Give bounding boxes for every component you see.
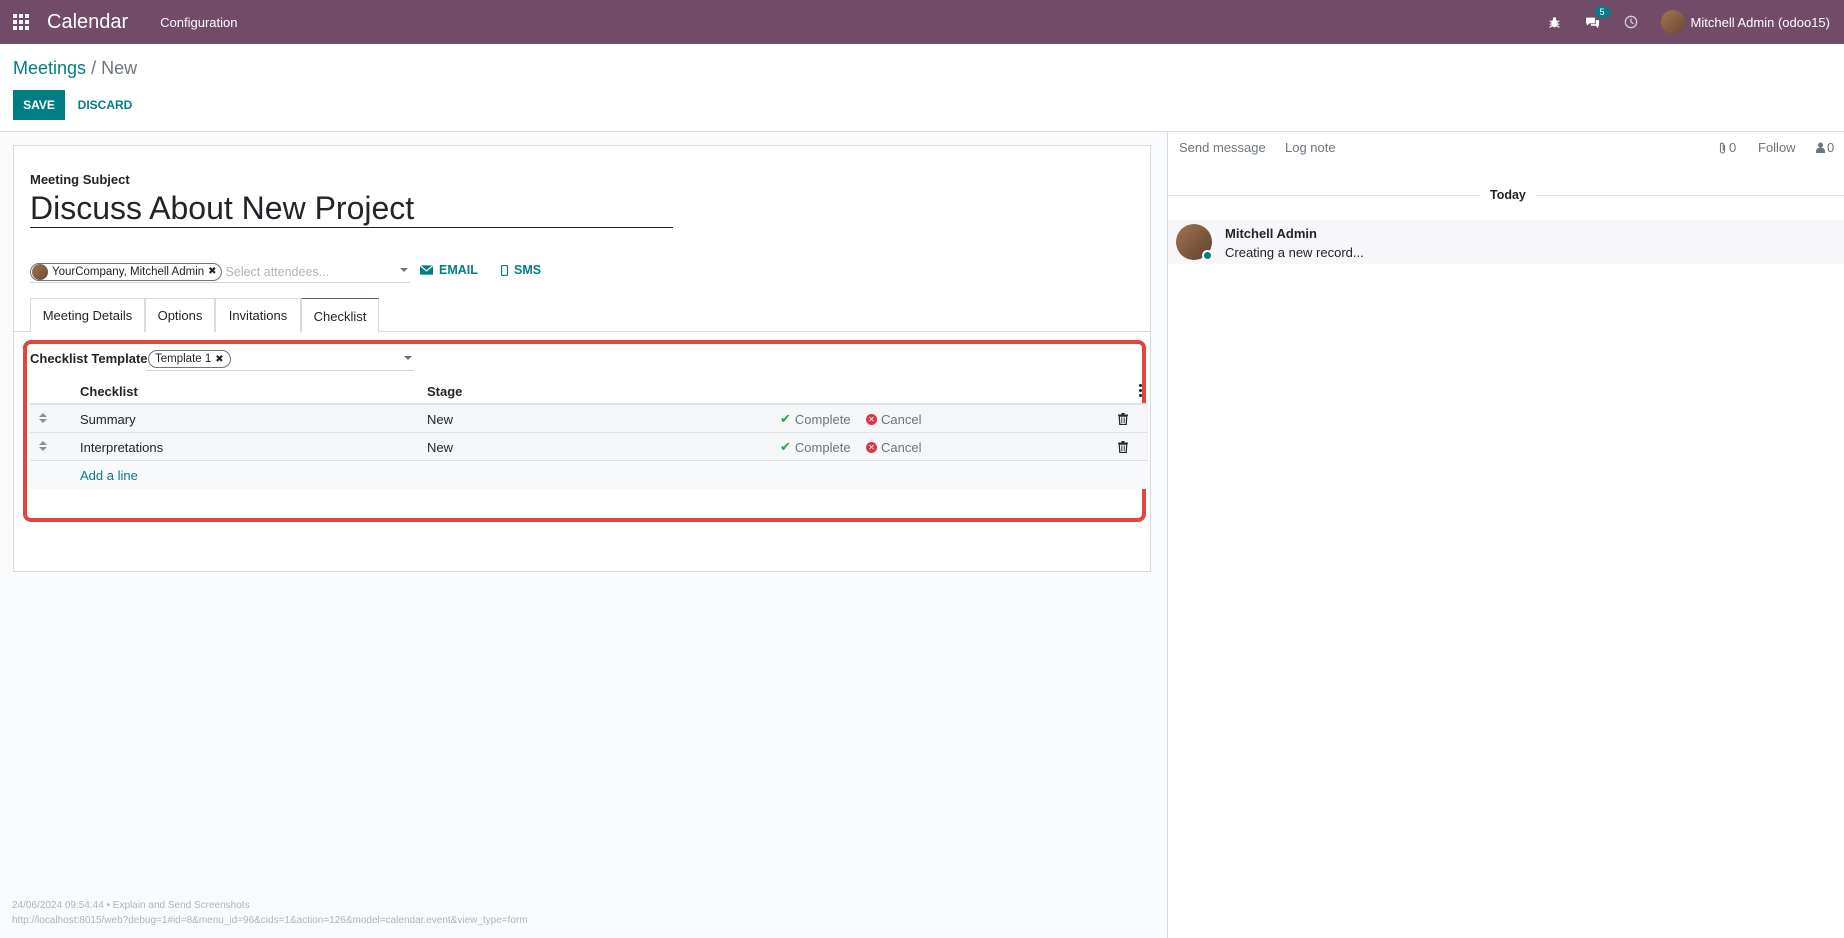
save-button[interactable]: SAVE — [13, 90, 65, 120]
email-label: EMAIL — [439, 263, 478, 277]
template-tag[interactable]: Template 1 ✖ — [148, 350, 231, 368]
drag-handle-icon[interactable] — [38, 413, 48, 423]
control-panel: Meetings / New SAVE DISCARD — [0, 44, 1844, 132]
trash-icon[interactable] — [1118, 433, 1128, 461]
user-avatar — [1660, 10, 1685, 34]
chatter-topbar: Send message Log note 0 Follow 0 — [1168, 132, 1844, 162]
form-sheet: Meeting Subject Discuss About New Projec… — [13, 145, 1151, 572]
email-button[interactable]: EMAIL — [420, 263, 478, 277]
template-dropdown-icon[interactable] — [404, 356, 412, 360]
checklist-table: Checklist Stage Summary New ✔ Complete ✕… — [30, 377, 1148, 489]
tab-options[interactable]: Options — [145, 298, 215, 332]
attendee-tag[interactable]: YourCompany, Mitchell Admin ✖ — [30, 262, 222, 281]
followers-count: 0 — [1827, 140, 1835, 155]
breadcrumb-separator: / — [91, 58, 97, 78]
tab-checklist[interactable]: Checklist — [301, 298, 379, 333]
remove-template-icon[interactable]: ✖ — [215, 354, 223, 365]
checklist-stage: New — [427, 439, 454, 455]
attachments-button[interactable]: 0 — [1718, 140, 1736, 155]
date-separator-label: Today — [1480, 188, 1536, 202]
top-navbar: Calendar Configuration 5 Mitchell Admin … — [0, 0, 1844, 44]
attendees-dropdown-icon[interactable] — [400, 268, 408, 272]
add-line-row: Add a line — [30, 461, 1148, 489]
checklist-name[interactable]: Summary — [80, 405, 136, 433]
sms-label: SMS — [514, 263, 542, 277]
tab-meeting-details[interactable]: Meeting Details — [30, 298, 145, 332]
checklist-template-label: Checklist Template — [30, 351, 148, 366]
send-message-button[interactable]: Send message — [1179, 140, 1266, 155]
column-checklist[interactable]: Checklist — [80, 377, 138, 405]
drag-handle-icon[interactable] — [38, 441, 48, 451]
chatter-panel: Send message Log note 0 Follow 0 Today M… — [1167, 132, 1844, 938]
checklist-template-field[interactable]: Template 1 ✖ — [146, 349, 414, 371]
column-stage[interactable]: Stage — [427, 377, 462, 405]
attendees-field[interactable]: YourCompany, Mitchell Admin ✖ Select att… — [30, 261, 410, 283]
user-name: Mitchell Admin (odoo15) — [1690, 14, 1830, 30]
online-status-icon — [1202, 250, 1213, 261]
cancel-label: Cancel — [881, 439, 922, 455]
table-header: Checklist Stage — [30, 377, 1148, 405]
discard-button[interactable]: DISCARD — [70, 90, 140, 120]
breadcrumb-meetings[interactable]: Meetings — [13, 58, 86, 78]
cancel-button[interactable]: ✕ Cancel — [866, 433, 921, 461]
message-author[interactable]: Mitchell Admin — [1225, 226, 1317, 241]
bug-icon[interactable] — [1547, 14, 1563, 30]
breadcrumb: Meetings / New — [13, 58, 137, 79]
footer-url: http://localhost:8015/web?debug=1#id=8&m… — [12, 915, 528, 926]
breadcrumb-current: New — [101, 58, 138, 78]
meeting-subject-label: Meeting Subject — [30, 172, 130, 187]
attachments-count: 0 — [1729, 140, 1737, 155]
menu-configuration[interactable]: Configuration — [160, 15, 237, 30]
messages-badge: 5 — [1594, 6, 1610, 18]
log-note-button[interactable]: Log note — [1285, 140, 1336, 155]
template-tag-label: Template 1 — [155, 353, 212, 365]
cancel-circle-icon: ✕ — [866, 441, 877, 453]
sms-button[interactable]: SMS — [501, 263, 541, 277]
meeting-subject-input[interactable]: Discuss About New Project — [30, 188, 673, 228]
complete-label: Complete — [794, 411, 851, 427]
paperclip-icon — [1719, 142, 1726, 154]
complete-button[interactable]: ✔ Complete — [780, 433, 851, 461]
chatter-message: Mitchell Admin Creating a new record... — [1168, 220, 1844, 264]
remove-attendee-icon[interactable]: ✖ — [208, 266, 216, 277]
cancel-label: Cancel — [881, 411, 922, 427]
cancel-button[interactable]: ✕ Cancel — [866, 405, 921, 433]
followers-button[interactable]: 0 — [1816, 140, 1834, 155]
user-menu[interactable]: Mitchell Admin (odoo15) — [1660, 10, 1830, 34]
table-row[interactable]: Summary New ✔ Complete ✕ Cancel — [30, 405, 1148, 433]
optional-columns-icon[interactable] — [1139, 384, 1142, 397]
complete-button[interactable]: ✔ Complete — [780, 405, 851, 433]
check-icon: ✔ — [780, 439, 791, 454]
clock-icon[interactable] — [1623, 14, 1639, 30]
app-name[interactable]: Calendar — [47, 11, 128, 34]
follow-button[interactable]: Follow — [1758, 140, 1796, 155]
add-line-link[interactable]: Add a line — [80, 461, 138, 489]
checklist-name[interactable]: Interpretations — [80, 433, 163, 461]
complete-label: Complete — [794, 439, 851, 455]
attendee-avatar — [32, 263, 48, 280]
attendee-tag-label: YourCompany, Mitchell Admin — [52, 265, 205, 278]
cancel-circle-icon: ✕ — [866, 413, 877, 425]
check-icon: ✔ — [780, 411, 791, 426]
table-row[interactable]: Interpretations New ✔ Complete ✕ Cancel — [30, 433, 1148, 461]
user-icon — [1816, 142, 1825, 153]
checklist-stage: New — [427, 411, 454, 427]
footer-timestamp: 24/06/2024 09:54:44 • Explain and Send S… — [12, 900, 250, 911]
mobile-phone-icon — [501, 264, 508, 276]
tab-invitations[interactable]: Invitations — [215, 298, 301, 332]
message-body: Creating a new record... — [1225, 245, 1364, 260]
form-tabs: Meeting Details Options Invitations Chec… — [14, 298, 1150, 333]
attendees-placeholder: Select attendees... — [225, 264, 330, 279]
screenshot-footer: 24/06/2024 09:54:44 • Explain and Send S… — [12, 898, 528, 928]
apps-grid-icon[interactable] — [13, 14, 31, 30]
trash-icon[interactable] — [1118, 405, 1128, 433]
chat-bubbles-icon[interactable]: 5 — [1585, 6, 1610, 30]
envelope-icon — [420, 265, 433, 275]
